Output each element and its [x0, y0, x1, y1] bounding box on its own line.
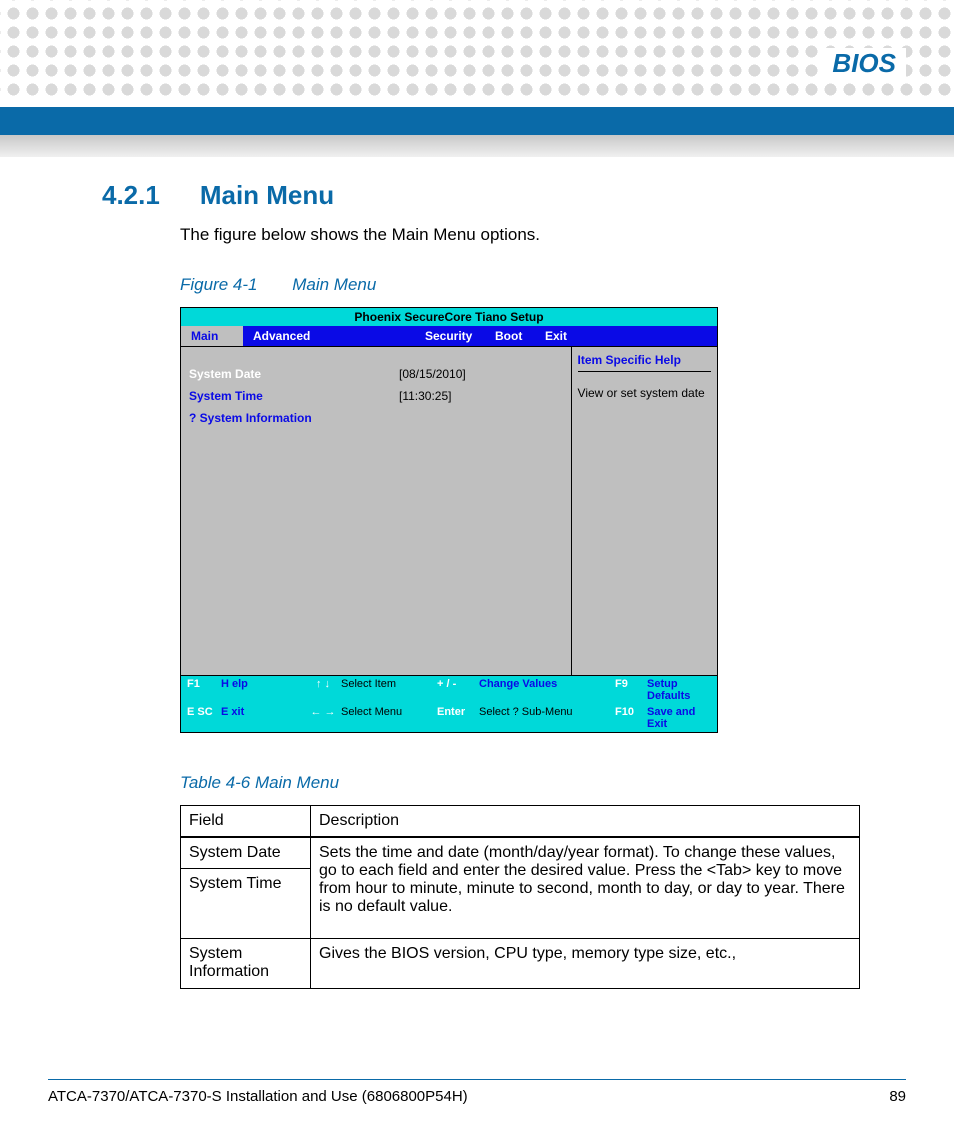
bios-label-exit: E xit	[221, 706, 305, 730]
cell-desc-system-information: Gives the BIOS version, CPU type, memory…	[311, 939, 860, 989]
section-number: 4.2.1	[102, 180, 160, 211]
table-row: System Information Gives the BIOS versio…	[181, 939, 860, 989]
bios-figure: Phoenix SecureCore Tiano Setup Main Adva…	[180, 307, 718, 733]
bios-setup-title: Phoenix SecureCore Tiano Setup	[180, 307, 718, 326]
bios-help-header: Item Specific Help	[578, 353, 711, 367]
bios-tab-exit[interactable]: Exit	[535, 326, 585, 346]
table-caption: Table 4-6 Main Menu	[180, 773, 900, 793]
bios-label-select-menu: Select Menu	[341, 706, 437, 730]
bios-label-select-submenu: Select ? Sub-Menu	[479, 706, 615, 730]
figure-number: Figure 4-1	[180, 275, 257, 294]
bios-row-system-time[interactable]: System Time [11:30:25]	[189, 389, 563, 403]
bios-label-setup-defaults: Setup Defaults	[647, 678, 711, 702]
bios-main-panel: System Date [08/15/2010] System Time [11…	[181, 346, 572, 675]
bios-key-f1: F1	[187, 678, 221, 702]
page-footer: ATCA-7370/ATCA-7370-S Installation and U…	[48, 1079, 906, 1105]
cell-desc-date-time: Sets the time and date (month/day/year f…	[311, 837, 860, 939]
bios-key-leftright: ← →	[305, 706, 341, 730]
bios-tab-main[interactable]: Main	[181, 326, 243, 346]
bios-time-value: [11:30:25]	[399, 389, 452, 403]
bios-key-f10: F10	[615, 706, 647, 730]
footer-page-number: 89	[889, 1088, 906, 1105]
bios-footer: F1 H elp ↑ ↓ Select Item + / - Change Va…	[180, 676, 718, 733]
table-row: System Date Sets the time and date (mont…	[181, 837, 860, 869]
bios-row-system-date[interactable]: System Date [08/15/2010]	[189, 367, 563, 381]
bios-help-description: View or set system date	[578, 386, 711, 400]
bios-tab-boot[interactable]: Boot	[485, 326, 535, 346]
header-blue-bar	[0, 107, 954, 135]
bios-key-enter: Enter	[437, 706, 479, 730]
bios-key-f9: F9	[615, 678, 647, 702]
cell-field-system-date: System Date	[181, 837, 311, 869]
bios-key-updown: ↑ ↓	[305, 678, 341, 702]
footer-doc-title: ATCA-7370/ATCA-7370-S Installation and U…	[48, 1088, 468, 1105]
bios-label-select-item: Select Item	[341, 678, 437, 702]
bios-tabs: Main Advanced Security Boot Exit	[180, 326, 718, 346]
cell-field-system-information: System Information	[181, 939, 311, 989]
main-menu-table: Field Description System Date Sets the t…	[180, 805, 860, 989]
section-title: Main Menu	[200, 180, 334, 211]
bios-help-divider	[578, 371, 711, 372]
header-dot-pattern	[0, 0, 954, 100]
th-description: Description	[311, 806, 860, 838]
bios-tab-security[interactable]: Security	[415, 326, 485, 346]
figure-caption: Figure 4-1 Main Menu	[180, 275, 900, 295]
bios-label-save-exit: Save and Exit	[647, 706, 711, 730]
header-chapter-title: BIOS	[822, 48, 906, 79]
th-field: Field	[181, 806, 311, 838]
bios-label-change-values: Change Values	[479, 678, 615, 702]
bios-key-plusminus: + / -	[437, 678, 479, 702]
bios-key-esc: E SC	[187, 706, 221, 730]
bios-date-label: System Date	[189, 367, 399, 381]
bios-help-panel: Item Specific Help View or set system da…	[572, 346, 717, 675]
bios-tab-advanced[interactable]: Advanced	[243, 326, 415, 346]
bios-time-label: System Time	[189, 389, 399, 403]
bios-label-help: H elp	[221, 678, 305, 702]
bios-date-value: [08/15/2010]	[399, 367, 466, 381]
bios-row-system-information[interactable]: ? System Information	[189, 411, 563, 425]
header-grey-bar	[0, 135, 954, 157]
intro-paragraph: The figure below shows the Main Menu opt…	[180, 225, 900, 245]
cell-field-system-time: System Time	[181, 869, 311, 939]
section-heading: 4.2.1 Main Menu	[102, 180, 900, 211]
bios-info-label: ? System Information	[189, 411, 399, 425]
figure-title: Main Menu	[292, 275, 376, 294]
